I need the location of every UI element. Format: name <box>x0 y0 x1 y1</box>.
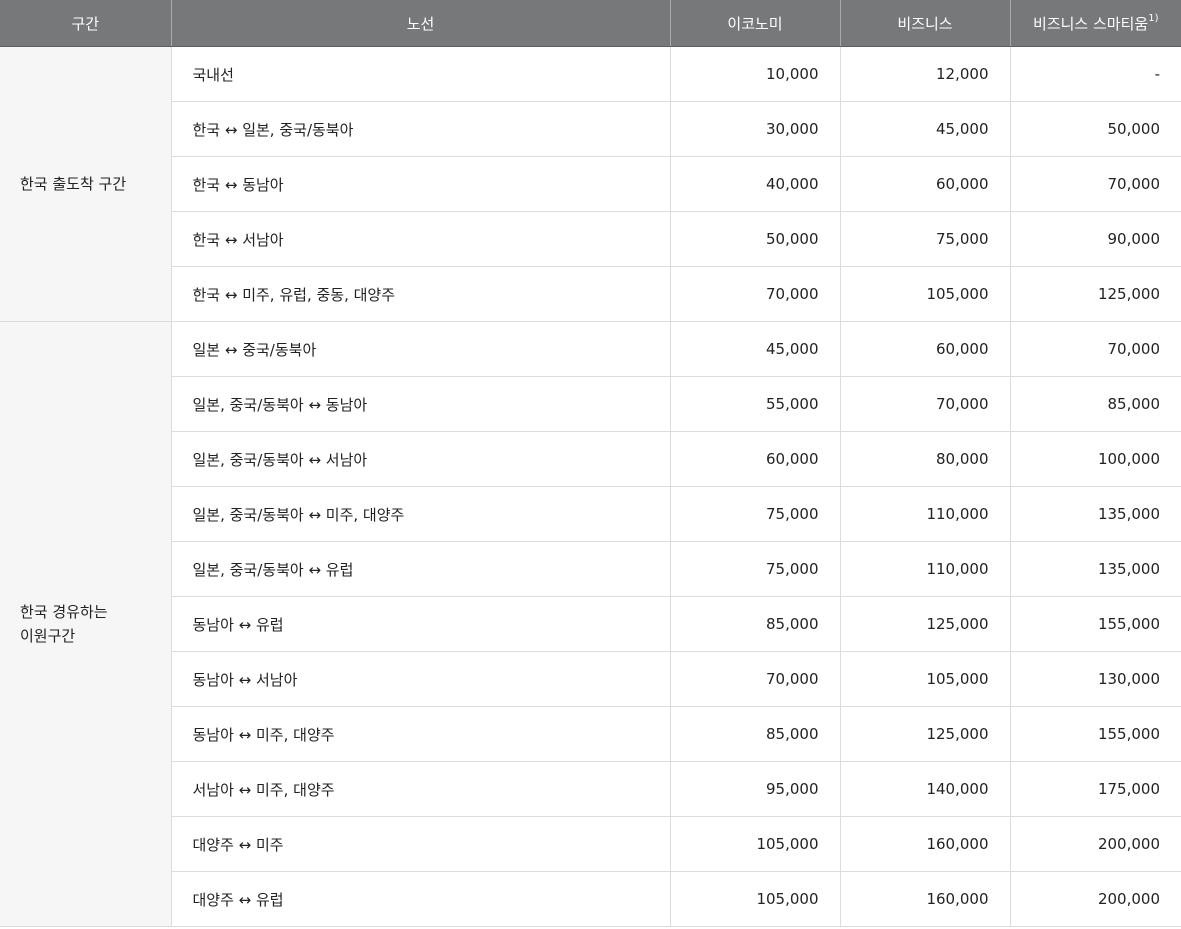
smartium-fare-cell: 130,000 <box>1009 651 1181 707</box>
section-label: 한국 출도착 구간 <box>20 175 127 193</box>
business-fare-cell: 125,000 <box>839 596 1010 652</box>
economy-fare-cell: 75,000 <box>669 541 840 597</box>
table-row: 한국 ↔ 미주, 유럽, 중동, 대양주 70,000 105,000 125,000 <box>0 266 1181 322</box>
table-row: 한국 ↔ 서남아 50,000 75,000 90,000 <box>0 211 1181 267</box>
footnote-marker: 1) <box>1148 12 1159 24</box>
fare-table: 구간 노선 이코노미 비즈니스 비즈니스 스마티움1) 한국 출도착 구간 국내선… <box>0 0 1181 927</box>
header-economy: 이코노미 <box>669 0 840 47</box>
header-row: 구간 노선 이코노미 비즈니스 비즈니스 스마티움1) <box>0 0 1181 47</box>
table-row: 한국 경유하는 이원구간 일본 ↔ 중국/동북아 45,000 60,000 70,000 <box>0 321 1181 927</box>
smartium-fare-cell: 70,000 <box>1009 156 1181 212</box>
smartium-fare-cell: 155,000 <box>1009 596 1181 652</box>
economy-fare-cell: 50,000 <box>669 211 840 267</box>
table-row: 일본, 중국/동북아 ↔ 서남아 60,000 80,000 100,000 <box>0 431 1181 487</box>
section-label-cell: 한국 경유하는이원구간 <box>0 321 171 927</box>
smartium-fare-cell: 155,000 <box>1009 706 1181 762</box>
route-cell: 동남아 ↔ 유럽 <box>170 596 670 652</box>
business-fare-cell: 160,000 <box>839 816 1010 872</box>
economy-fare-cell: 105,000 <box>669 816 840 872</box>
smartium-fare-cell: - <box>1009 46 1181 102</box>
economy-fare-cell: 70,000 <box>669 651 840 707</box>
route-cell: 국내선 <box>170 46 670 102</box>
smartium-fare-cell: 135,000 <box>1009 486 1181 542</box>
economy-fare-cell: 85,000 <box>669 706 840 762</box>
economy-fare-cell: 75,000 <box>669 486 840 542</box>
smartium-fare-cell: 125,000 <box>1009 266 1181 322</box>
table-row: 일본, 중국/동북아 ↔ 유럽 75,000 110,000 135,000 <box>0 541 1181 597</box>
economy-fare-cell: 55,000 <box>669 376 840 432</box>
table-header: 구간 노선 이코노미 비즈니스 비즈니스 스마티움1) <box>0 0 1181 47</box>
smartium-fare-cell: 85,000 <box>1009 376 1181 432</box>
header-route: 노선 <box>170 0 670 47</box>
table-row: 서남아 ↔ 미주, 대양주 95,000 140,000 175,000 <box>0 761 1181 817</box>
smartium-fare-cell: 200,000 <box>1009 816 1181 872</box>
table-row: 대양주 ↔ 유럽 105,000 160,000 200,000 <box>0 871 1181 927</box>
economy-fare-cell: 70,000 <box>669 266 840 322</box>
route-cell: 동남아 ↔ 미주, 대양주 <box>170 706 670 762</box>
route-cell: 일본, 중국/동북아 ↔ 동남아 <box>170 376 670 432</box>
route-cell: 한국 ↔ 일본, 중국/동북아 <box>170 101 670 157</box>
business-fare-cell: 125,000 <box>839 706 1010 762</box>
route-cell: 일본 ↔ 중국/동북아 <box>170 321 670 377</box>
business-fare-cell: 70,000 <box>839 376 1010 432</box>
business-fare-cell: 105,000 <box>839 651 1010 707</box>
route-cell: 동남아 ↔ 서남아 <box>170 651 670 707</box>
table-row: 한국 ↔ 동남아 40,000 60,000 70,000 <box>0 156 1181 212</box>
economy-fare-cell: 105,000 <box>669 871 840 927</box>
business-fare-cell: 110,000 <box>839 541 1010 597</box>
business-fare-cell: 140,000 <box>839 761 1010 817</box>
table-row: 동남아 ↔ 유럽 85,000 125,000 155,000 <box>0 596 1181 652</box>
business-fare-cell: 105,000 <box>839 266 1010 322</box>
route-cell: 일본, 중국/동북아 ↔ 서남아 <box>170 431 670 487</box>
smartium-fare-cell: 50,000 <box>1009 101 1181 157</box>
table-body: 한국 출도착 구간 국내선 10,000 12,000- 한국 ↔ 일본, 중국/동북아… <box>0 46 1181 927</box>
route-cell: 한국 ↔ 동남아 <box>170 156 670 212</box>
route-cell: 일본, 중국/동북아 ↔ 미주, 대양주 <box>170 486 670 542</box>
economy-fare-cell: 30,000 <box>669 101 840 157</box>
economy-fare-cell: 60,000 <box>669 431 840 487</box>
business-fare-cell: 60,000 <box>839 321 1010 377</box>
business-fare-cell: 160,000 <box>839 871 1010 927</box>
table-row: 대양주 ↔ 미주 105,000 160,000 200,000 <box>0 816 1181 872</box>
section-label: 한국 경유하는 <box>20 603 108 621</box>
route-cell: 대양주 ↔ 미주 <box>170 816 670 872</box>
economy-fare-cell: 40,000 <box>669 156 840 212</box>
table-row: 한국 ↔ 일본, 중국/동북아 30,000 45,000 50,000 <box>0 101 1181 157</box>
table-row: 동남아 ↔ 미주, 대양주 85,000 125,000 155,000 <box>0 706 1181 762</box>
business-fare-cell: 12,000 <box>839 46 1010 102</box>
table-row: 한국 출도착 구간 국내선 10,000 12,000- <box>0 46 1181 322</box>
header-business: 비즈니스 <box>839 0 1010 47</box>
economy-fare-cell: 45,000 <box>669 321 840 377</box>
smartium-fare-cell: 175,000 <box>1009 761 1181 817</box>
smartium-fare-cell: 70,000 <box>1009 321 1181 377</box>
table-row: 동남아 ↔ 서남아 70,000 105,000 130,000 <box>0 651 1181 707</box>
economy-fare-cell: 10,000 <box>669 46 840 102</box>
business-fare-cell: 110,000 <box>839 486 1010 542</box>
business-fare-cell: 80,000 <box>839 431 1010 487</box>
smartium-fare-cell: 135,000 <box>1009 541 1181 597</box>
route-cell: 서남아 ↔ 미주, 대양주 <box>170 761 670 817</box>
economy-fare-cell: 85,000 <box>669 596 840 652</box>
business-fare-cell: 60,000 <box>839 156 1010 212</box>
smartium-fare-cell: 100,000 <box>1009 431 1181 487</box>
route-cell: 한국 ↔ 미주, 유럽, 중동, 대양주 <box>170 266 670 322</box>
table-row: 일본, 중국/동북아 ↔ 동남아 55,000 70,000 85,000 <box>0 376 1181 432</box>
header-business-smartium: 비즈니스 스마티움1) <box>1009 0 1181 47</box>
smartium-fare-cell: 90,000 <box>1009 211 1181 267</box>
section-label-cell: 한국 출도착 구간 <box>0 46 171 322</box>
route-cell: 일본, 중국/동북아 ↔ 유럽 <box>170 541 670 597</box>
route-cell: 한국 ↔ 서남아 <box>170 211 670 267</box>
route-cell: 대양주 ↔ 유럽 <box>170 871 670 927</box>
section-label-line2: 이원구간 <box>20 627 76 645</box>
header-business-smartium-label: 비즈니스 스마티움 <box>1033 14 1149 33</box>
business-fare-cell: 45,000 <box>839 101 1010 157</box>
table-row: 일본, 중국/동북아 ↔ 미주, 대양주 75,000 110,000 135,000 <box>0 486 1181 542</box>
header-section: 구간 <box>0 0 171 47</box>
economy-fare-cell: 95,000 <box>669 761 840 817</box>
business-fare-cell: 75,000 <box>839 211 1010 267</box>
smartium-fare-cell: 200,000 <box>1009 871 1181 927</box>
